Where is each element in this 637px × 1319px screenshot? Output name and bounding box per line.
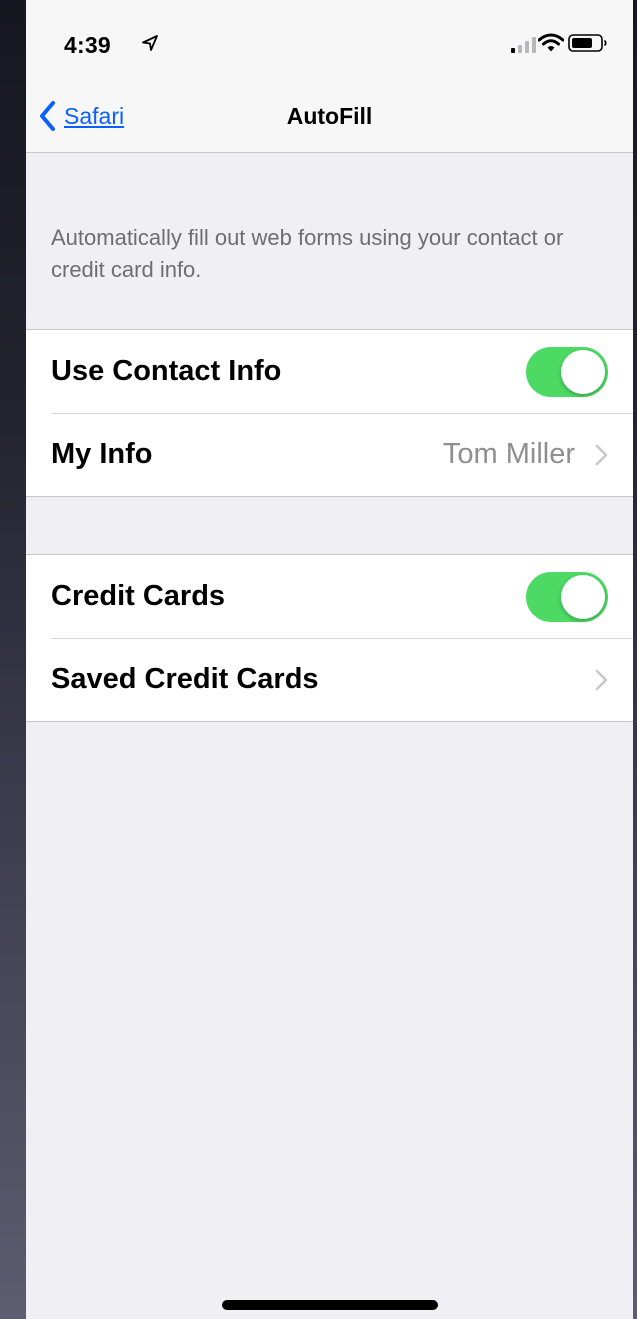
cellular-signal-icon [511,37,536,53]
back-button[interactable]: Safari [38,80,124,152]
location-arrow-icon [142,35,158,51]
chevron-right-icon [595,444,608,465]
my-info-label: My Info [51,438,153,470]
contact-info-group: Use Contact Info My Info Tom Miller [26,329,633,497]
toggle-knob [561,574,605,619]
saved-credit-cards-row[interactable]: Saved Credit Cards [26,638,633,721]
section-description: Automatically fill out web forms using y… [51,225,564,282]
credit-cards-row: Credit Cards [26,555,633,638]
saved-credit-cards-label: Saved Credit Cards [51,663,319,695]
back-button-label: Safari [64,102,125,129]
home-indicator[interactable] [222,1300,438,1310]
credit-cards-toggle[interactable] [526,571,608,622]
chevron-left-icon [40,101,55,131]
battery-icon [568,34,607,52]
use-contact-info-toggle[interactable] [526,346,608,397]
chevron-right-icon [595,669,608,690]
toggle-knob [561,349,605,394]
status-time: 4:39 [64,32,111,58]
use-contact-info-label: Use Contact Info [51,355,282,387]
credit-cards-label: Credit Cards [51,580,226,612]
settings-screen: 4:39 Safari AutoFill Automatically fill … [26,0,633,1319]
navigation-bar: Safari AutoFill [26,80,633,153]
wifi-icon [538,33,564,52]
use-contact-info-row: Use Contact Info [26,330,633,413]
my-info-value: Tom Miller [442,438,575,470]
status-bar: 4:39 [26,0,633,80]
credit-cards-group: Credit Cards Saved Credit Cards [26,554,633,722]
my-info-row[interactable]: My Info Tom Miller [26,413,633,496]
